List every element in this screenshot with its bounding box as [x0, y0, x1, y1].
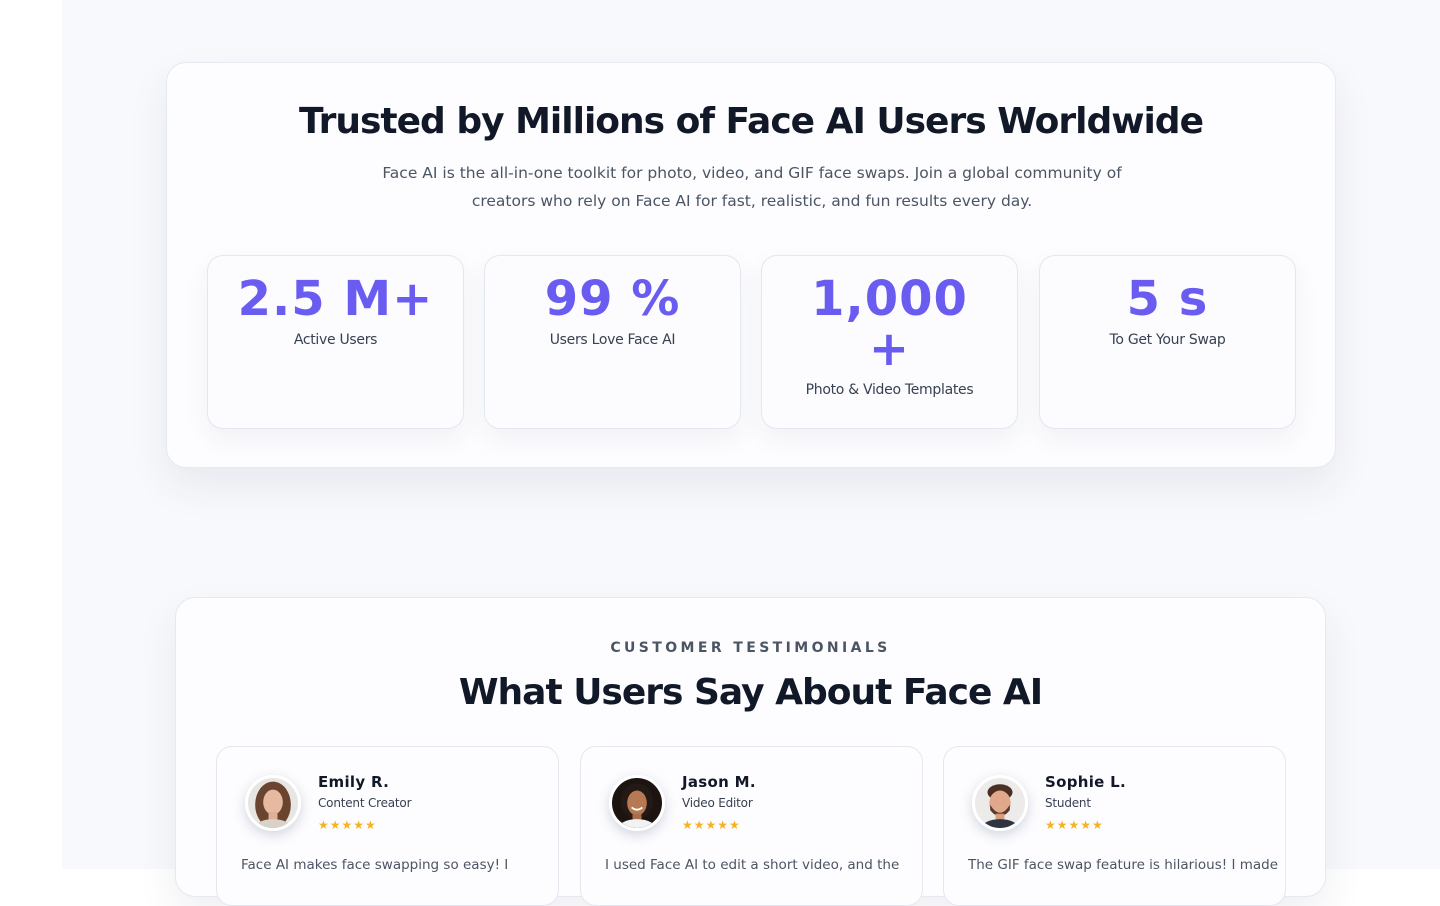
stat-value: 99 % [544, 271, 681, 327]
woman-portrait-icon [612, 778, 662, 828]
star-rating: ★★★★★ [318, 818, 377, 832]
review-text: I used Face AI to edit a short video, an… [605, 857, 900, 873]
testimonial-card: Jason M. Video Editor ★★★★★ I used Face … [580, 746, 923, 906]
review-text: Face AI makes face swapping so easy! I [241, 857, 509, 873]
stat-card-active-users: 2.5 M+ Active Users [207, 255, 464, 429]
star-rating: ★★★★★ [682, 818, 741, 832]
avatar [245, 775, 301, 831]
reviewer-name: Jason M. [682, 773, 756, 791]
star-rating: ★★★★★ [1045, 818, 1104, 832]
stat-label: Photo & Video Templates [805, 382, 974, 398]
testimonial-card: Emily R. Content Creator ★★★★★ Face AI m… [216, 746, 559, 906]
testimonials-section: CUSTOMER TESTIMONIALS What Users Say Abo… [175, 597, 1326, 906]
man-portrait-icon [975, 778, 1025, 828]
avatar [609, 775, 665, 831]
stat-label: Active Users [293, 332, 378, 348]
stat-value: 2.5 M+ [237, 271, 434, 327]
stat-label: To Get Your Swap [1109, 332, 1226, 348]
stat-card-templates: 1,000 + Photo & Video Templates [761, 255, 1018, 429]
stats-title: Trusted by Millions of Face AI Users Wor… [299, 101, 1204, 142]
reviewer-role: Student [1045, 796, 1091, 810]
woman-portrait-icon [248, 778, 298, 828]
avatar [972, 775, 1028, 831]
stat-value: 1,000 + [811, 271, 968, 377]
stats-subtitle: Face AI is the all-in-one toolkit for ph… [382, 164, 1122, 210]
reviewer-name: Emily R. [318, 773, 390, 791]
stats-section: Trusted by Millions of Face AI Users Wor… [166, 62, 1336, 468]
reviewer-role: Video Editor [682, 796, 753, 810]
stat-value: 5 s [1126, 271, 1209, 327]
review-text: The GIF face swap feature is hilarious! … [968, 857, 1279, 873]
reviewer-role: Content Creator [318, 796, 412, 810]
stat-card-users-love: 99 % Users Love Face AI [484, 255, 741, 429]
testimonials-eyebrow: CUSTOMER TESTIMONIALS [610, 640, 891, 656]
testimonial-card: Sophie L. Student ★★★★★ The GIF face swa… [943, 746, 1286, 906]
reviewer-name: Sophie L. [1045, 773, 1127, 791]
stat-card-swap-time: 5 s To Get Your Swap [1039, 255, 1296, 429]
testimonials-title: What Users Say About Face AI [458, 672, 1043, 713]
stat-label: Users Love Face AI [549, 332, 676, 348]
